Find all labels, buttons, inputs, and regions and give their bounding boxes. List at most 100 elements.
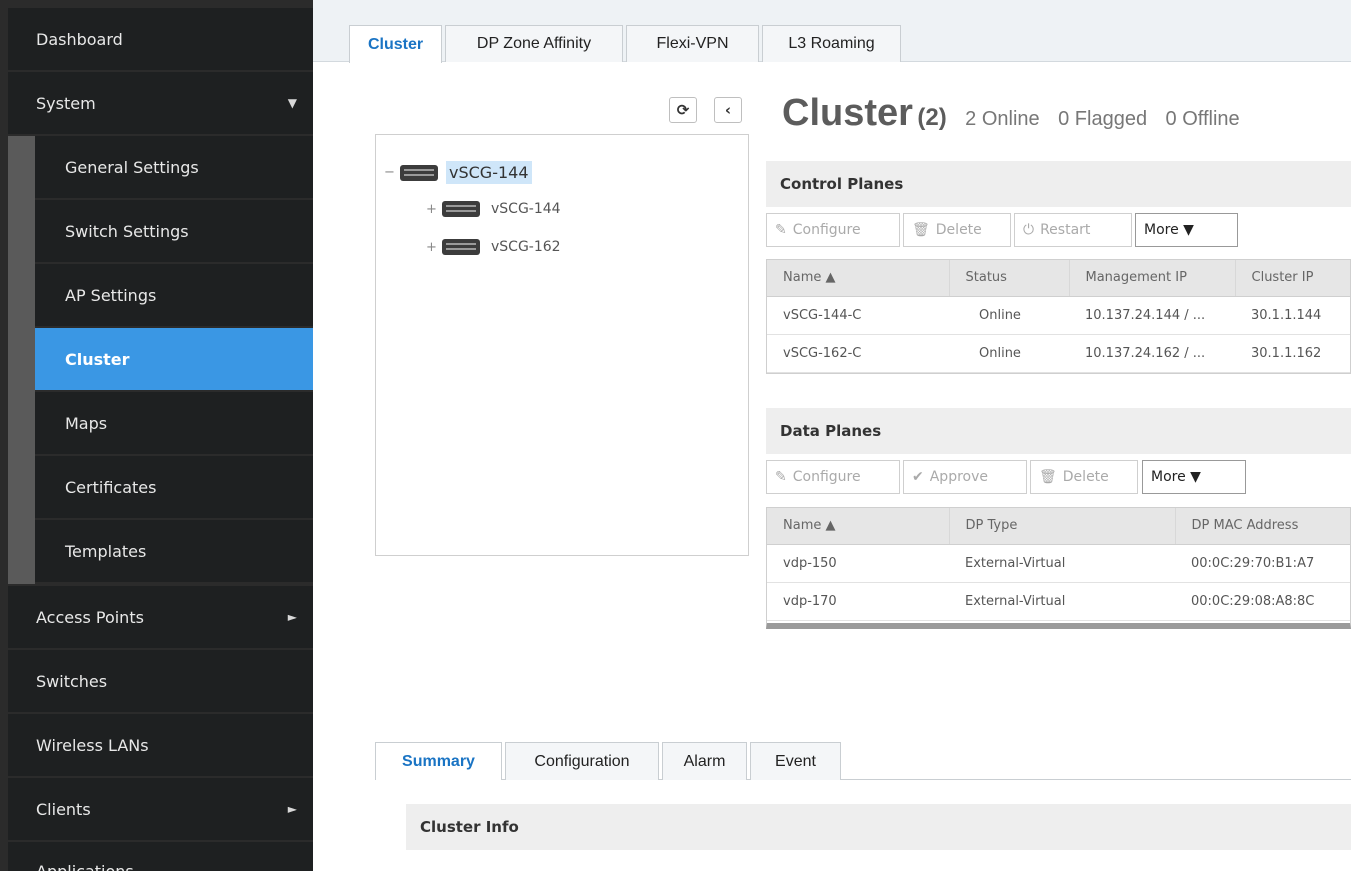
- table-row[interactable]: vdp-150 External-Virtual 00:0C:29:70:B1:…: [767, 544, 1350, 583]
- tab-cluster[interactable]: Cluster: [349, 25, 442, 63]
- server-icon: [442, 201, 480, 217]
- trash-icon: 🗑: [912, 222, 930, 238]
- cp-more-button[interactable]: More ▼: [1135, 213, 1238, 247]
- sidebar-subitem-maps[interactable]: Maps: [35, 392, 313, 454]
- table-row[interactable]: vSCG-144-C Online 10.137.24.144 / ... 30…: [767, 296, 1350, 335]
- sidebar-item-label: General Settings: [65, 157, 199, 177]
- cell-management-ip: 10.137.24.144 / ...: [1069, 296, 1235, 335]
- server-icon: [400, 164, 438, 181]
- cluster-info-header: Cluster Info: [406, 804, 1351, 850]
- cell-name: vSCG-162-C: [767, 334, 949, 373]
- chevron-right-icon: ►: [287, 802, 297, 816]
- cell-cluster-ip: 30.1.1.162: [1235, 334, 1350, 373]
- cell-cluster-ip: 30.1.1.144: [1235, 296, 1350, 335]
- sidebar-item-applications[interactable]: Applications: [8, 842, 313, 871]
- sidebar-subitem-certificates[interactable]: Certificates: [35, 456, 313, 518]
- column-header-dp-type[interactable]: DP Type: [949, 508, 1176, 545]
- sidebar-item-system[interactable]: System ▼: [8, 72, 313, 134]
- data-planes-header: Data Planes: [766, 408, 1351, 454]
- pencil-icon: ✎: [775, 469, 787, 485]
- chevron-right-icon: ►: [287, 610, 297, 624]
- tree-node-label: vSCG-144: [491, 201, 561, 217]
- dp-delete-button[interactable]: 🗑 Delete: [1030, 460, 1138, 494]
- refresh-icon: ⟳: [676, 101, 690, 119]
- cell-dp-type: External-Virtual: [949, 544, 1175, 583]
- dp-more-button[interactable]: More ▼: [1142, 460, 1246, 494]
- column-header-dp-mac[interactable]: DP MAC Address: [1175, 508, 1350, 545]
- sidebar-subitem-ap-settings[interactable]: AP Settings: [35, 264, 313, 326]
- sidebar-item-label: Templates: [65, 541, 147, 561]
- cp-configure-button[interactable]: ✎ Configure: [766, 213, 900, 247]
- sidebar-item-label: Certificates: [65, 477, 157, 497]
- tab-summary[interactable]: Summary: [375, 742, 502, 780]
- tree-node-root[interactable]: − vSCG-144: [384, 161, 532, 184]
- column-header-name[interactable]: Name ▲: [767, 260, 950, 297]
- cell-dp-type: External-Virtual: [949, 582, 1175, 621]
- table-row[interactable]: vSCG-162-C Online 10.137.24.162 / ... 30…: [767, 334, 1350, 373]
- cell-status: Online: [949, 334, 1069, 373]
- sidebar-item-label: Access Points: [36, 607, 144, 627]
- cell-management-ip: 10.137.24.162 / ...: [1069, 334, 1235, 373]
- sidebar-item-access-points[interactable]: Access Points ►: [8, 586, 313, 648]
- column-header-management-ip[interactable]: Management IP: [1069, 260, 1236, 297]
- tab-event[interactable]: Event: [750, 742, 841, 780]
- sidebar-item-label: Maps: [65, 413, 108, 433]
- tab-l3-roaming[interactable]: L3 Roaming: [762, 25, 901, 62]
- sidebar-subitem-switch-settings[interactable]: Switch Settings: [35, 200, 313, 262]
- tree-node-child[interactable]: + vSCG-162: [426, 237, 564, 257]
- online-count: 2 Online: [965, 108, 1040, 130]
- sidebar-subitem-templates[interactable]: Templates: [35, 520, 313, 582]
- page-title: Cluster (2) 2 Online 0 Flagged 0 Offline: [782, 92, 1240, 135]
- section-title: Cluster Info: [420, 818, 519, 836]
- sidebar-subitem-cluster[interactable]: Cluster: [35, 328, 313, 390]
- tab-flexi-vpn[interactable]: Flexi-VPN: [626, 25, 759, 62]
- sidebar-subitem-general-settings[interactable]: General Settings: [35, 136, 313, 198]
- tab-label: Configuration: [534, 752, 630, 770]
- column-header-name[interactable]: Name ▲: [767, 508, 950, 545]
- collapse-icon[interactable]: −: [384, 165, 396, 180]
- power-icon: ⏻: [1023, 222, 1035, 238]
- cp-restart-button[interactable]: ⏻ Restart: [1014, 213, 1132, 247]
- control-planes-header: Control Planes: [766, 161, 1351, 207]
- cp-delete-button[interactable]: 🗑 Delete: [903, 213, 1011, 247]
- flagged-count: 0 Flagged: [1058, 108, 1148, 130]
- button-label: Delete: [1062, 469, 1109, 485]
- control-planes-table: Name ▲ Status Management IP Cluster IP v…: [767, 260, 1350, 373]
- tree-node-child[interactable]: + vSCG-144: [426, 199, 564, 219]
- tree-node-label: vSCG-162: [491, 239, 561, 255]
- tab-alarm[interactable]: Alarm: [662, 742, 747, 780]
- tab-bar: Cluster DP Zone Affinity Flexi-VPN L3 Ro…: [313, 0, 1351, 63]
- cluster-tree: − vSCG-144 + vSCG-144 + vSCG-162: [375, 134, 749, 556]
- button-label: More ▼: [1151, 469, 1201, 485]
- tab-configuration[interactable]: Configuration: [505, 742, 659, 780]
- check-icon: ✔: [912, 469, 924, 485]
- cluster-count: (2): [917, 104, 947, 131]
- data-planes-table-wrap: Name ▲ DP Type DP MAC Address vdp-150 Ex…: [766, 507, 1351, 629]
- sidebar-item-label: Applications: [36, 862, 134, 871]
- sidebar-item-clients[interactable]: Clients ►: [8, 778, 313, 840]
- cell-status: Online: [949, 296, 1069, 335]
- trash-icon: 🗑: [1039, 469, 1057, 485]
- button-label: Delete: [935, 222, 982, 238]
- tab-label: Cluster: [367, 35, 424, 53]
- tab-dp-zone-affinity[interactable]: DP Zone Affinity: [445, 25, 623, 62]
- sidebar-item-label: Clients: [36, 799, 91, 819]
- sidebar-item-switches[interactable]: Switches: [8, 650, 313, 712]
- submenu-indicator: [8, 136, 35, 584]
- table-row[interactable]: vdp-170 External-Virtual 00:0C:29:08:A8:…: [767, 582, 1350, 621]
- sidebar-item-wireless-lans[interactable]: Wireless LANs: [8, 714, 313, 776]
- sidebar-item-dashboard[interactable]: Dashboard: [8, 8, 313, 70]
- column-header-status[interactable]: Status: [949, 260, 1070, 297]
- dp-approve-button[interactable]: ✔ Approve: [903, 460, 1027, 494]
- cell-name: vSCG-144-C: [767, 296, 949, 335]
- tree-node-label: vSCG-144: [446, 161, 532, 184]
- expand-icon[interactable]: +: [426, 202, 438, 217]
- tab-label: Event: [775, 752, 816, 770]
- column-header-cluster-ip[interactable]: Cluster IP: [1235, 260, 1350, 297]
- sidebar-item-label: System: [36, 93, 96, 113]
- tab-label: DP Zone Affinity: [476, 35, 592, 52]
- refresh-button[interactable]: ⟳: [669, 97, 697, 123]
- dp-configure-button[interactable]: ✎ Configure: [766, 460, 900, 494]
- expand-icon[interactable]: +: [426, 240, 438, 255]
- collapse-tree-button[interactable]: ‹: [714, 97, 742, 123]
